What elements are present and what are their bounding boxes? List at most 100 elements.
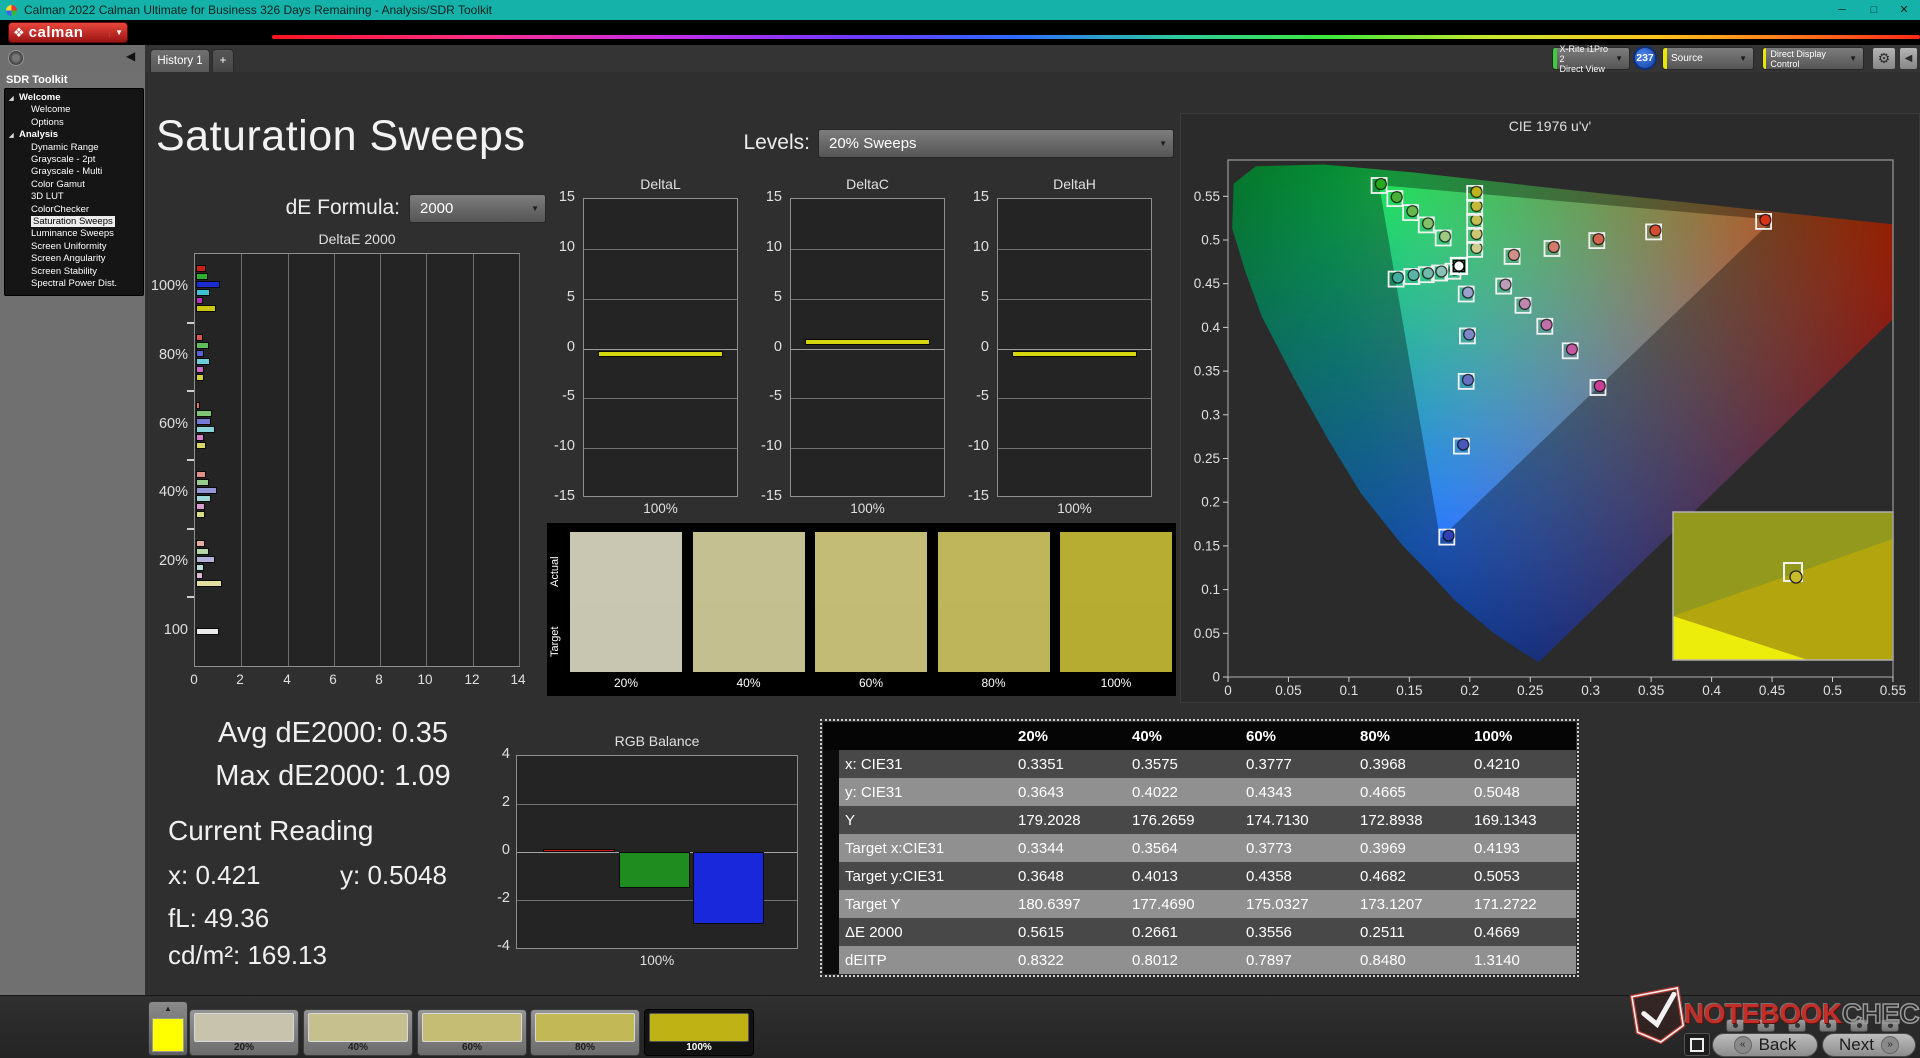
swatch-20% — [570, 532, 682, 672]
cie-x-label: 0 — [1224, 683, 1232, 698]
delta-y-label: 5 — [949, 289, 989, 305]
media-button[interactable] — [1726, 1019, 1744, 1032]
tree-item-color-gamut[interactable]: Color Gamut — [5, 179, 143, 191]
tree-item-screen-stability[interactable]: Screen Stability — [5, 266, 143, 278]
delta-y-label: 10 — [535, 239, 575, 255]
deltae-bar — [196, 503, 205, 510]
deltae-bar — [196, 540, 205, 547]
media-button[interactable] — [1757, 1019, 1775, 1032]
gridline — [473, 254, 474, 666]
media-button[interactable] — [1819, 1019, 1837, 1032]
media-button[interactable] — [1881, 1019, 1899, 1032]
gridline — [998, 249, 1151, 250]
table-cell: 0.4022 — [1120, 778, 1234, 806]
deltae-bar — [196, 511, 205, 518]
media-button[interactable] — [1850, 1019, 1868, 1032]
cie-x-label: 0.4 — [1702, 683, 1721, 698]
tree-item-3d-lut[interactable]: 3D LUT — [5, 191, 143, 203]
tree-group-label: Welcome — [19, 92, 61, 103]
deltae-chart — [194, 253, 520, 667]
deltae-bar — [196, 426, 215, 433]
cie-x-label: 0.25 — [1517, 683, 1543, 698]
tab-history-1[interactable]: History 1 — [150, 49, 210, 72]
record-dot-button[interactable] — [8, 50, 24, 66]
tree-item-grayscale-2pt[interactable]: Grayscale - 2pt — [5, 154, 143, 166]
tree-item-screen-uniformity[interactable]: Screen Uniformity — [5, 241, 143, 253]
reading-cdm2: cd/m²: 169.13 — [168, 940, 327, 971]
delta-y-label: 0 — [535, 339, 575, 355]
cie-y-label: 0.15 — [1194, 538, 1220, 553]
pattern-preview-button[interactable]: ▲ — [148, 1001, 188, 1056]
next-button[interactable]: Next » — [1822, 1033, 1916, 1057]
tree-item-screen-angularity[interactable]: Screen Angularity — [5, 253, 143, 265]
minimize-button[interactable]: ─ — [1828, 0, 1856, 20]
pattern-card-60%[interactable]: 60% — [417, 1009, 527, 1056]
delta-value-bar — [598, 351, 723, 357]
cie-y-label: 0.55 — [1194, 189, 1220, 204]
tree-group-welcome[interactable]: ◢Welcome — [5, 92, 143, 104]
deltae-bar — [196, 402, 200, 409]
deltae-x-label: 8 — [364, 672, 394, 687]
pattern-card-100%[interactable]: 100% — [644, 1009, 754, 1056]
table-cell: 179.2028 — [1006, 806, 1120, 834]
pattern-card-20%[interactable]: 20% — [189, 1009, 299, 1056]
tree-item-dynamic-range[interactable]: Dynamic Range — [5, 142, 143, 154]
table-col-header: 40% — [1120, 722, 1234, 750]
tree-item-label: ColorChecker — [31, 204, 89, 215]
calman-logo-button[interactable]: ❖ calman ▼ — [8, 22, 128, 43]
cie-x-label: 0.15 — [1396, 683, 1422, 698]
table-row-label: Y — [839, 806, 1006, 834]
delta-y-label: 15 — [949, 189, 989, 205]
table-cell: 171.2722 — [1462, 890, 1576, 918]
axis-tick — [187, 528, 194, 530]
swatch-80% — [938, 532, 1050, 672]
chevron-down-icon: ▼ — [1733, 54, 1753, 63]
axis-tick — [187, 596, 194, 598]
deltae-bar — [196, 273, 208, 280]
de-formula-dropdown[interactable]: 2000 ▼ — [409, 194, 546, 223]
display-control-dropdown[interactable]: Direct Display Control ▼ — [1762, 47, 1864, 70]
back-button[interactable]: « Back — [1712, 1033, 1818, 1057]
chevrons-right-icon: » — [1881, 1036, 1899, 1054]
delta-y-label: 0 — [742, 339, 782, 355]
deltae-bar — [196, 418, 211, 425]
table-row-label: x: CIE31 — [839, 750, 1006, 778]
pattern-card-80%[interactable]: 80% — [530, 1009, 640, 1056]
delta-y-label: -10 — [949, 438, 989, 454]
media-button-glyph — [1888, 1023, 1893, 1028]
close-button[interactable]: ✕ — [1890, 0, 1918, 20]
tree-group-analysis[interactable]: ◢Analysis — [5, 129, 143, 141]
pattern-card-40%[interactable]: 40% — [303, 1009, 413, 1056]
tree-item-welcome[interactable]: Welcome — [5, 104, 143, 116]
sidebar-collapse-icon[interactable]: ◀ — [126, 49, 135, 63]
cie-y-label: 0.05 — [1194, 626, 1220, 641]
title-bar: Calman 2022 Calman Ultimate for Business… — [0, 0, 1920, 20]
settings-gear-button[interactable]: ⚙ — [1872, 47, 1896, 70]
gridline — [584, 349, 737, 350]
delta-y-label: -5 — [949, 388, 989, 404]
tree-item-options[interactable]: Options — [5, 117, 143, 129]
table-col-header: 80% — [1348, 722, 1462, 750]
panel-collapse-button[interactable]: ◀ — [1899, 47, 1918, 70]
source-dropdown[interactable]: Source ▼ — [1662, 47, 1754, 70]
levels-dropdown[interactable]: 20% Sweeps ▼ — [818, 129, 1174, 158]
tree-item-luminance-sweeps[interactable]: Luminance Sweeps — [5, 228, 143, 240]
meter-count-badge[interactable]: 237 — [1633, 46, 1657, 70]
table-cell: 0.3773 — [1234, 834, 1348, 862]
tree-item-colorchecker[interactable]: ColorChecker — [5, 204, 143, 216]
rgb-x-label: 100% — [516, 953, 798, 968]
new-tab-button[interactable]: + — [212, 49, 234, 72]
gridline — [791, 249, 944, 250]
maximize-button[interactable]: □ — [1860, 0, 1888, 20]
rgb-y-label: -4 — [470, 938, 510, 954]
stop-button[interactable] — [1684, 1033, 1710, 1056]
table-cell: 0.3575 — [1120, 750, 1234, 778]
meter-dropdown[interactable]: X-Rite i1Pro 2 Direct View ▼ — [1552, 47, 1630, 70]
cie-y-label: 0.45 — [1194, 276, 1220, 291]
deltae-group-label: 80% — [120, 347, 188, 363]
tree-item-grayscale-multi[interactable]: Grayscale - Multi — [5, 166, 143, 178]
deltae-group-label: 100 — [120, 622, 188, 638]
deltae-bar — [196, 442, 206, 449]
tree-item-saturation-sweeps[interactable]: Saturation Sweeps — [5, 216, 143, 228]
media-button[interactable] — [1788, 1019, 1806, 1032]
